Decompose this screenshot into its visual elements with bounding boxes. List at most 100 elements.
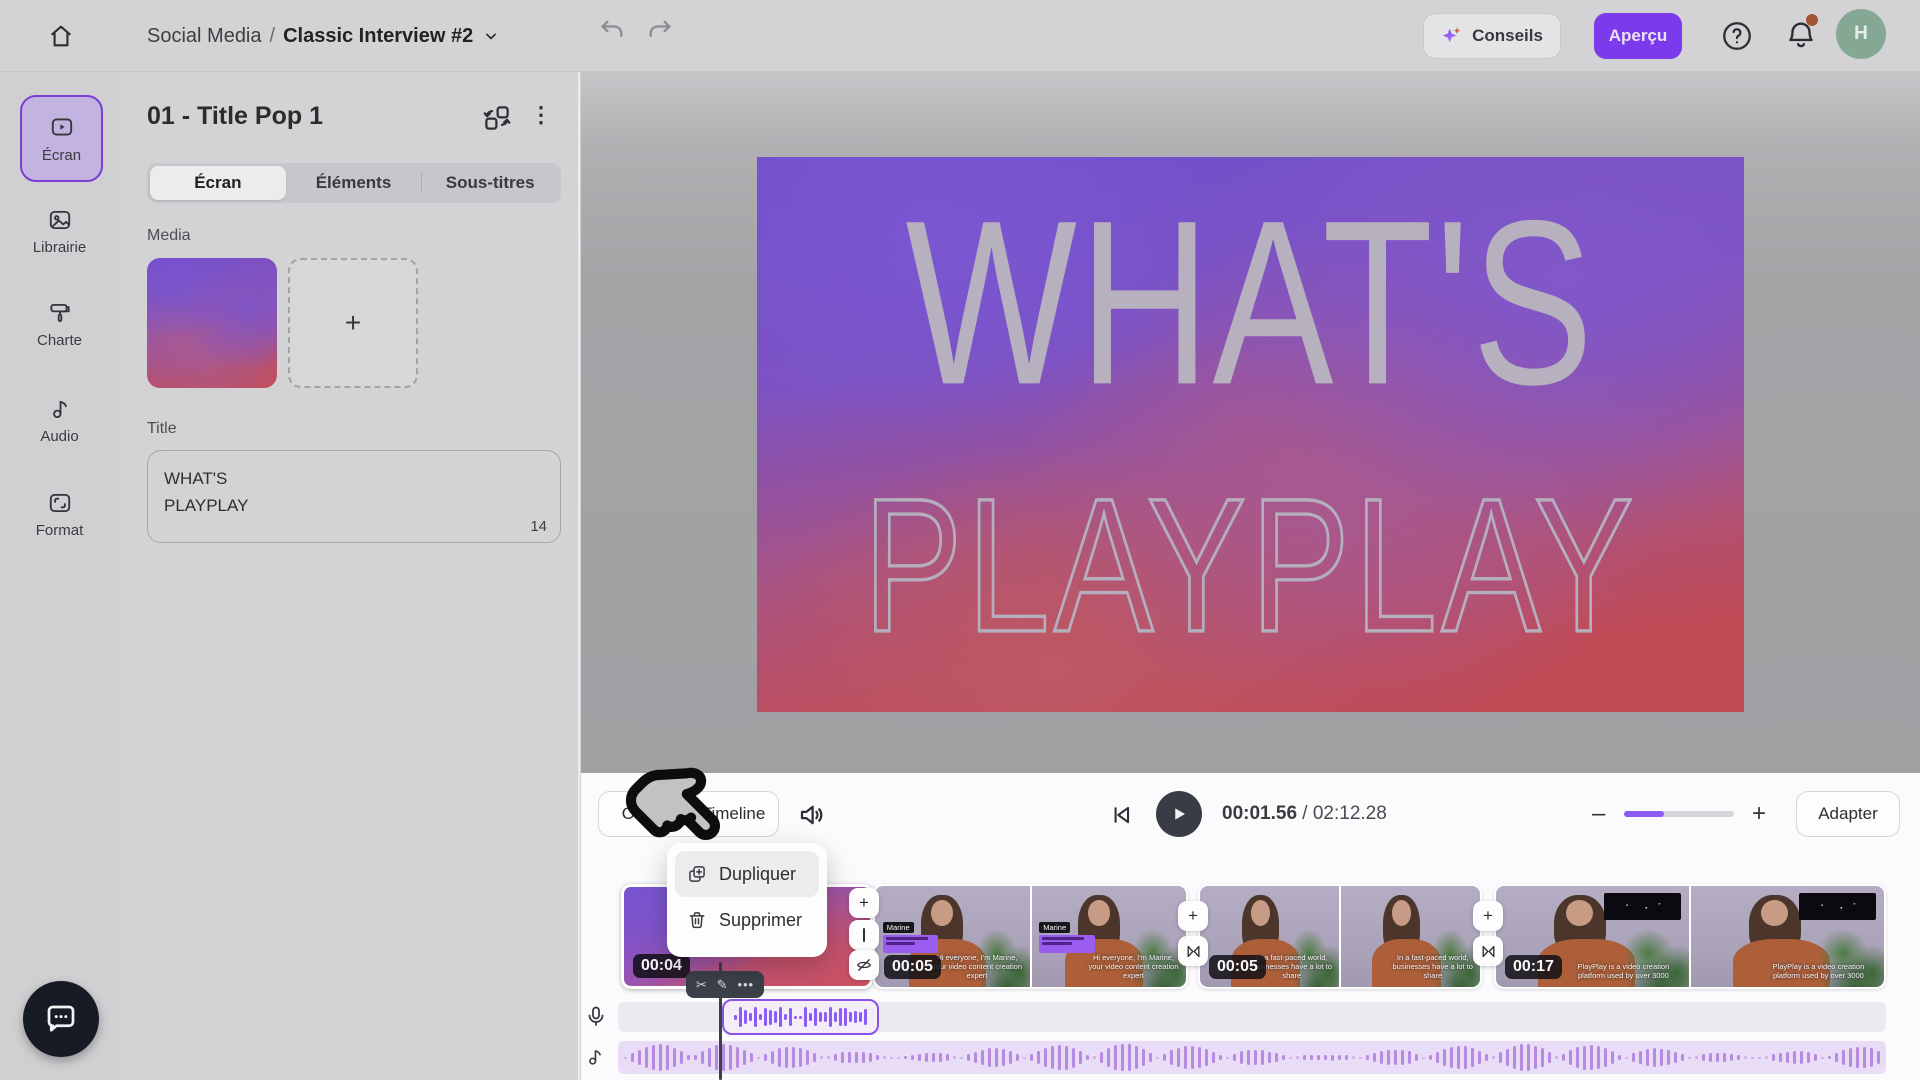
more-icon[interactable]: ••• (737, 978, 754, 991)
sidebar-item-ecran[interactable]: Écran (20, 95, 103, 182)
video-canvas[interactable]: WHAT'S PLAYPLAY (757, 157, 1744, 712)
clip-duration-badge: 00:17 (1505, 955, 1562, 979)
trash-icon (687, 910, 707, 930)
canvas-title-line1: WHAT'S (757, 169, 1744, 437)
screen-icon (49, 114, 75, 140)
clip-subtitle: PlayPlay is a video creation platform us… (1759, 962, 1879, 980)
eye-off-icon (855, 956, 873, 974)
divider-icon (863, 928, 866, 942)
music-note-icon (584, 1046, 606, 1068)
volume-icon[interactable] (797, 800, 827, 830)
timeline-tab[interactable]: Timeline (689, 804, 778, 824)
sidebar-item-charte[interactable]: Charte (0, 300, 119, 349)
play-icon (1170, 805, 1188, 823)
screen-share-overlay (1604, 893, 1681, 920)
menu-item-dupliquer[interactable]: Dupliquer (675, 851, 819, 897)
format-icon (47, 490, 73, 516)
clip-subtitle: PlayPlay is a video creation platform us… (1564, 962, 1684, 980)
kebab-menu-icon[interactable]: ⋮ (530, 102, 553, 128)
time-display: 00:01.56 / 02:12.28 (1222, 803, 1387, 825)
add-screen-button[interactable]: + (1473, 901, 1503, 931)
speaker-role-tag (1039, 935, 1095, 952)
tab-elements[interactable]: Éléments (286, 166, 422, 200)
timeline-clip[interactable]: In a fast-paced world, businesses have a… (1198, 884, 1482, 989)
transition-icon (1185, 943, 1202, 960)
sidebar-item-librairie[interactable]: Librairie (0, 207, 119, 256)
sidebar-item-label: Audio (40, 428, 78, 445)
scissors-icon[interactable]: ✂ (696, 978, 707, 991)
sidebar-item-format[interactable]: Format (0, 490, 119, 539)
add-screen-button[interactable]: + (1178, 901, 1208, 931)
play-button[interactable] (1156, 791, 1202, 837)
total-time: 02:12.28 (1313, 803, 1387, 824)
view-switcher: Outils Timeline (598, 791, 779, 837)
sidebar-item-audio[interactable]: Audio (0, 396, 119, 445)
duplicate-icon (687, 864, 707, 884)
transition-button[interactable] (1473, 936, 1503, 966)
zoom-slider-fill (1624, 811, 1664, 817)
sparkles-icon (1441, 25, 1463, 47)
canvas-title-line2: PLAYPLAY (757, 457, 1744, 676)
mic-icon (584, 1004, 608, 1028)
adapter-button[interactable]: Adapter (1796, 791, 1900, 837)
speaker-role-tag (883, 935, 939, 952)
screen-title: 01 - Title Pop 1 (147, 102, 323, 131)
sidebar-item-label: Format (36, 522, 84, 539)
help-icon[interactable] (1720, 19, 1754, 53)
replace-screen-icon[interactable] (482, 103, 512, 133)
title-input[interactable]: WHAT'S PLAYPLAY (147, 450, 561, 543)
clip-duration-badge: 00:05 (1209, 955, 1266, 979)
brand-kit-icon (47, 300, 73, 326)
menu-item-label: Supprimer (719, 910, 802, 931)
chevron-down-icon (481, 26, 501, 46)
apercu-button[interactable]: Aperçu (1594, 13, 1682, 59)
screen-settings-panel: 01 - Title Pop 1 ⋮ Écran Éléments Sous-t… (119, 72, 580, 1080)
tab-sous-titres[interactable]: Sous-titres (422, 166, 558, 200)
skip-to-start-icon[interactable] (1108, 802, 1134, 828)
undo-icon[interactable] (598, 16, 626, 44)
audio-note-icon (47, 396, 73, 422)
clip-action-toolbar: ✂ ✎ ••• (686, 971, 764, 998)
panel-tabs: Écran Éléments Sous-titres (147, 163, 561, 203)
chat-fab[interactable] (23, 981, 99, 1057)
split-divider-button[interactable] (849, 920, 879, 950)
breadcrumb-project: Classic Interview #2 (283, 25, 473, 48)
clip-duration-badge: 00:05 (884, 955, 941, 979)
pencil-icon[interactable]: ✎ (717, 978, 728, 991)
home-icon (47, 22, 75, 50)
home-button[interactable] (38, 13, 84, 59)
redo-icon[interactable] (646, 16, 674, 44)
sidebar-item-label: Charte (37, 332, 82, 349)
conseils-button[interactable]: Conseils (1423, 13, 1561, 59)
timeline-clip[interactable]: PlayPlay is a video creation platform us… (1494, 884, 1886, 989)
speaker-name-tag: Marine (883, 922, 914, 933)
hide-transition-button[interactable] (849, 950, 879, 980)
avatar[interactable]: H (1836, 9, 1886, 59)
add-screen-button[interactable]: + (849, 888, 879, 918)
zoom-in-button[interactable]: + (1752, 800, 1766, 828)
clip-context-menu: Dupliquer Supprimer (667, 843, 827, 957)
zoom-slider[interactable] (1624, 811, 1734, 817)
transition-button[interactable] (1178, 936, 1208, 966)
title-label: Title (147, 420, 177, 438)
media-thumbnail[interactable] (147, 258, 277, 388)
top-bar: Social Media / Classic Interview #2 Cons… (0, 0, 1920, 72)
voiceover-segment[interactable] (722, 999, 879, 1035)
clip-subtitle: Hi everyone, I'm Marine, your video cont… (1086, 953, 1182, 980)
add-media-button[interactable]: + (288, 258, 418, 388)
notification-dot (1806, 14, 1818, 26)
menu-item-supprimer[interactable]: Supprimer (675, 897, 819, 943)
speaker-name-tag: Marine (1039, 922, 1070, 933)
time-separator: / (1297, 803, 1313, 824)
library-icon (47, 207, 73, 233)
breadcrumb-folder: Social Media (147, 25, 262, 48)
zoom-out-button[interactable]: – (1592, 800, 1605, 828)
clip-frame: In a fast-paced world, businesses have a… (1341, 886, 1480, 987)
sidebar-item-label: Écran (42, 147, 81, 164)
timeline-clip[interactable]: Marine Hi everyone, I'm Marine, your vide… (873, 884, 1188, 989)
breadcrumb[interactable]: Social Media / Classic Interview #2 (147, 0, 501, 72)
tab-ecran[interactable]: Écran (150, 166, 286, 200)
music-track[interactable] (618, 1041, 1886, 1074)
outils-tab[interactable]: Outils (599, 804, 688, 824)
left-rail: Écran Librairie Charte Audio Format (0, 72, 119, 1080)
